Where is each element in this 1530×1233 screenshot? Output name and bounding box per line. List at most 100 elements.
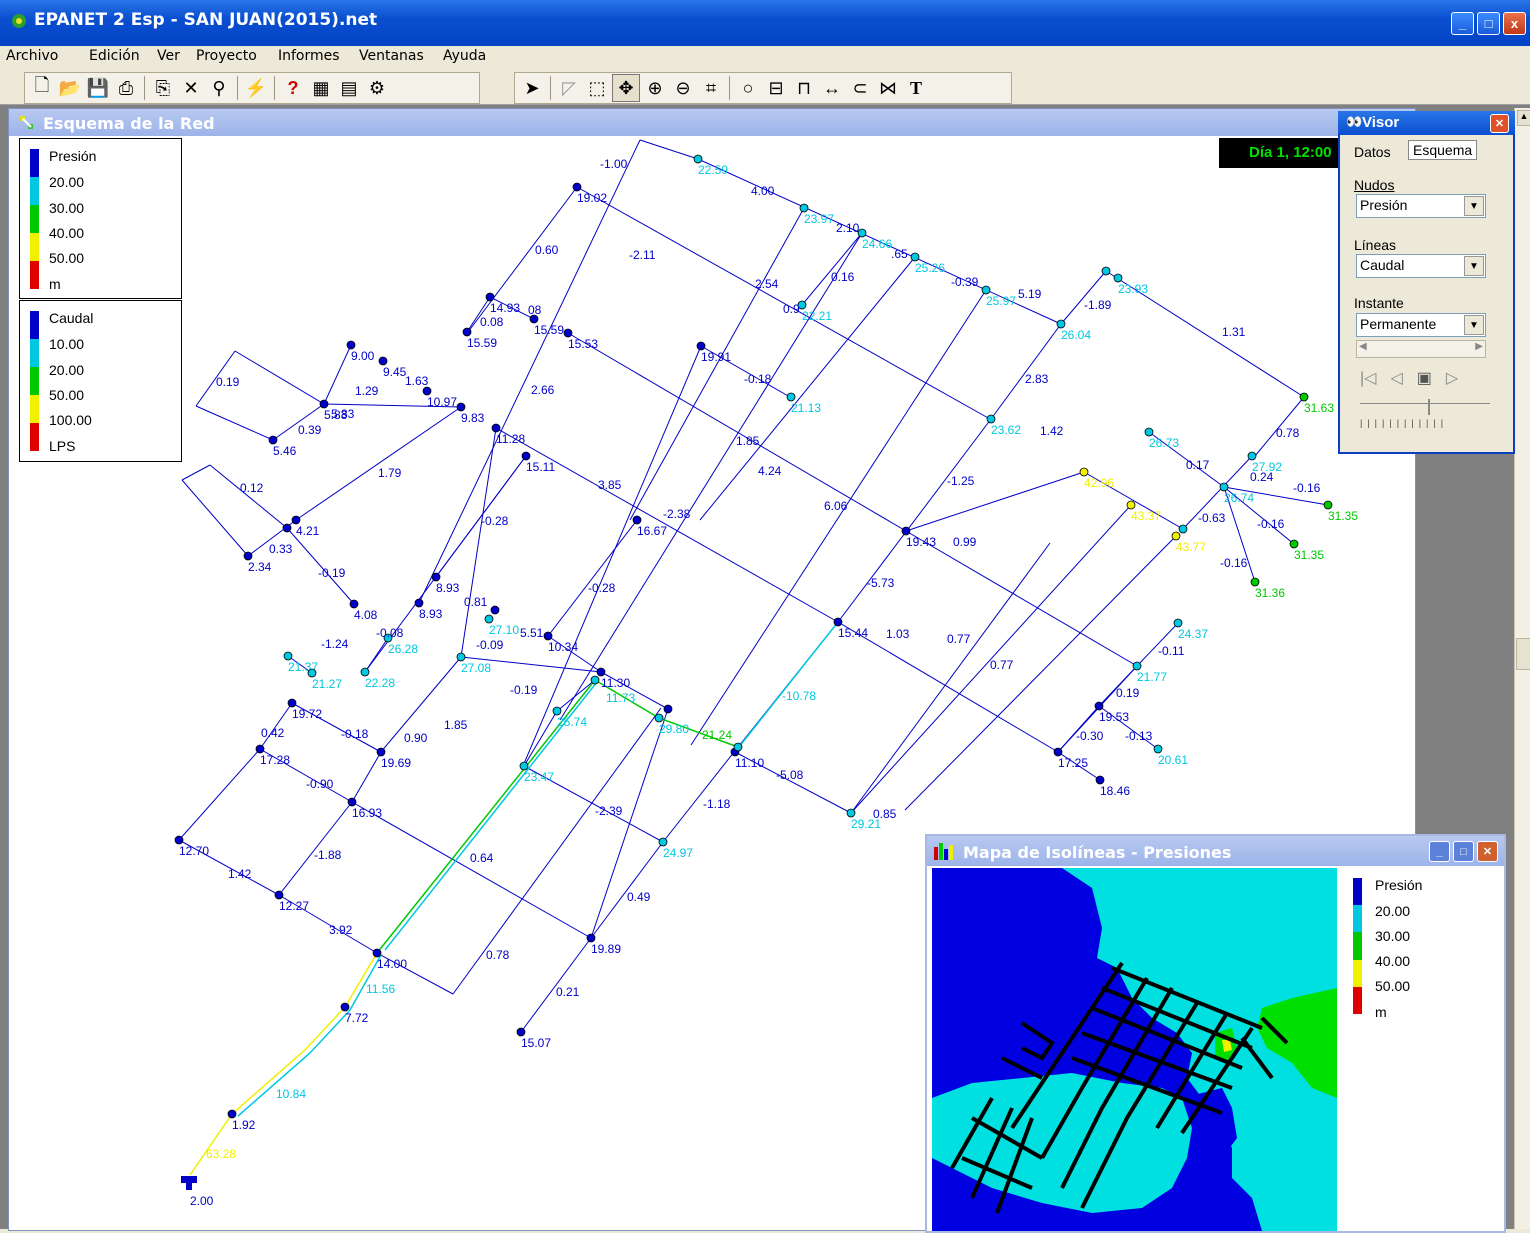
pipe-link[interactable] <box>801 232 863 306</box>
pipe-link[interactable] <box>237 954 382 1117</box>
pipe-link[interactable] <box>690 289 987 746</box>
junction-node[interactable] <box>1053 747 1063 757</box>
junction-node[interactable] <box>1144 427 1154 437</box>
pipe-link[interactable] <box>556 679 596 712</box>
scroll-right-arrow-icon[interactable]: ▶ <box>1475 341 1483 352</box>
add-tank-icon[interactable]: ⊓ <box>791 75 817 101</box>
chevron-down-icon[interactable]: ▼ <box>1464 256 1484 276</box>
junction-node[interactable] <box>491 423 501 433</box>
add-label-text-icon[interactable]: T <box>903 75 929 101</box>
forward-icon[interactable]: ▷ <box>1446 368 1458 388</box>
pipe-link[interactable] <box>467 186 578 333</box>
pipe-link[interactable] <box>234 350 325 405</box>
select-arrow-icon[interactable]: ➤ <box>519 75 545 101</box>
pipe-link[interactable] <box>323 344 352 405</box>
junction-node[interactable] <box>910 252 920 262</box>
pipe-link[interactable] <box>178 748 261 841</box>
junction-node[interactable] <box>490 605 500 615</box>
junction-node[interactable] <box>422 386 432 396</box>
junction-node[interactable] <box>1250 577 1260 587</box>
table-icon[interactable]: ▤ <box>336 75 362 101</box>
junction-node[interactable] <box>307 668 317 678</box>
junction-node[interactable] <box>1101 266 1111 276</box>
new-file-icon[interactable]: 🗋 <box>29 75 55 101</box>
junction-node[interactable] <box>347 797 357 807</box>
scroll-left-arrow-icon[interactable]: ◀ <box>1359 341 1367 352</box>
open-folder-icon[interactable]: 📂 <box>57 75 83 101</box>
junction-node[interactable] <box>282 523 292 533</box>
pipe-link[interactable] <box>419 139 641 602</box>
find-binoculars-icon[interactable]: ⚲ <box>206 75 232 101</box>
visor-close-button[interactable]: ✕ <box>1490 114 1509 133</box>
junction-node[interactable] <box>456 402 466 412</box>
junction-node[interactable] <box>287 698 297 708</box>
junction-node[interactable] <box>1299 392 1309 402</box>
nodes-select[interactable]: Presión ▼ <box>1356 194 1486 218</box>
junction-node[interactable] <box>799 203 809 213</box>
isoline-contour-map[interactable] <box>932 868 1337 1231</box>
junction-node[interactable] <box>376 747 386 757</box>
junction-node[interactable] <box>255 744 265 754</box>
junction-node[interactable] <box>733 742 743 752</box>
pipe-link[interactable] <box>195 405 274 441</box>
junction-node[interactable] <box>596 667 606 677</box>
junction-node[interactable] <box>658 837 668 847</box>
junction-node[interactable] <box>1171 531 1181 541</box>
junction-node[interactable] <box>663 704 673 714</box>
junction-node[interactable] <box>901 526 911 536</box>
junction-node[interactable] <box>786 392 796 402</box>
add-reservoir-icon[interactable]: ⊟ <box>763 75 789 101</box>
junction-node[interactable] <box>1132 661 1142 671</box>
reservoir-icon[interactable] <box>181 1176 197 1190</box>
junction-node[interactable] <box>227 1109 237 1119</box>
junction-node[interactable] <box>986 414 996 424</box>
time-select[interactable]: Permanente ▼ <box>1356 313 1486 337</box>
junction-node[interactable] <box>346 340 356 350</box>
junction-node[interactable] <box>484 614 494 624</box>
junction-node[interactable] <box>360 667 370 677</box>
pipe-link[interactable] <box>904 535 1177 811</box>
maximize-button[interactable]: □ <box>1477 12 1500 35</box>
print-icon[interactable]: ⎙ <box>113 75 139 101</box>
junction-node[interactable] <box>1323 500 1333 510</box>
full-extent-icon[interactable]: ⌗ <box>698 75 724 101</box>
junction-node[interactable] <box>349 599 359 609</box>
select-vertex-icon[interactable]: ◸ <box>556 75 582 101</box>
junction-node[interactable] <box>1095 775 1105 785</box>
junction-node[interactable] <box>291 515 301 525</box>
junction-node[interactable] <box>243 551 253 561</box>
zoom-in-icon[interactable]: ⊕ <box>642 75 668 101</box>
junction-node[interactable] <box>516 1027 526 1037</box>
junction-node[interactable] <box>521 451 531 461</box>
junction-node[interactable] <box>372 948 382 958</box>
junction-node[interactable] <box>981 285 991 295</box>
pipe-link[interactable] <box>905 530 1138 667</box>
junction-node[interactable] <box>590 675 600 685</box>
menu-edicion[interactable]: Edición <box>89 48 140 64</box>
save-disk-icon[interactable]: 💾 <box>85 75 111 101</box>
chevron-down-icon[interactable]: ▼ <box>1464 315 1484 335</box>
iso-minimize-button[interactable]: _ <box>1429 841 1450 862</box>
pressure-legend[interactable]: Presión 20.00 30.00 40.00 50.00 m <box>19 138 182 299</box>
junction-node[interactable] <box>1178 524 1188 534</box>
iso-maximize-button[interactable]: □ <box>1453 841 1474 862</box>
pipe-link[interactable] <box>559 232 863 721</box>
pipe-link[interactable] <box>181 464 211 481</box>
copy-icon[interactable]: ⎘ <box>150 75 176 101</box>
junction-node[interactable] <box>485 292 495 302</box>
tab-datos[interactable]: Datos <box>1354 144 1391 160</box>
junction-node[interactable] <box>268 435 278 445</box>
back-icon[interactable]: ◁ <box>1390 368 1402 388</box>
junction-node[interactable] <box>1219 482 1229 492</box>
pipe-link[interactable] <box>699 256 916 521</box>
pipe-link[interactable] <box>189 952 378 1176</box>
pipe-link[interactable] <box>662 746 739 843</box>
graph-icon[interactable]: ▦ <box>308 75 334 101</box>
minimize-button[interactable]: _ <box>1451 12 1474 35</box>
junction-node[interactable] <box>563 328 573 338</box>
vertical-scrollbar[interactable]: ▲ <box>1514 108 1530 1229</box>
pipe-link[interactable] <box>905 471 1085 532</box>
delete-x-icon[interactable]: ✕ <box>178 75 204 101</box>
menu-ventanas[interactable]: Ventanas <box>359 48 424 64</box>
pipe-link[interactable] <box>639 139 699 160</box>
